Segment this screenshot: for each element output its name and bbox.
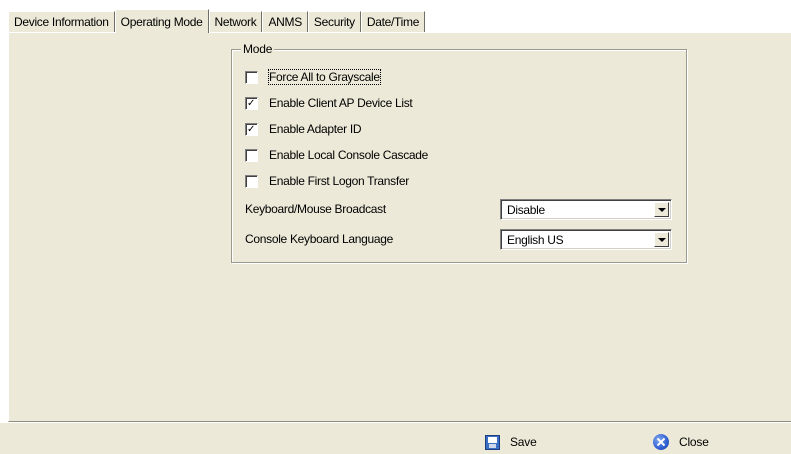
mode-groupbox: Mode Force All to Grayscale ✓ Enable Cli… bbox=[231, 42, 687, 263]
tab-anms[interactable]: ANMS bbox=[262, 11, 308, 32]
tab-date-time[interactable]: Date/Time bbox=[360, 11, 426, 32]
mode-group-title: Mode bbox=[241, 42, 275, 56]
first-logon-transfer-checkbox[interactable]: Enable First Logon Transfer bbox=[245, 173, 409, 189]
checkbox-box[interactable]: ✓ bbox=[245, 96, 258, 110]
close-label: Close bbox=[679, 435, 709, 449]
client-ap-device-list-checkbox[interactable]: ✓ Enable Client AP Device List bbox=[245, 95, 413, 111]
select-value: English US bbox=[507, 233, 564, 247]
checkbox-box[interactable] bbox=[245, 70, 258, 84]
tab-label: Device Information bbox=[14, 15, 109, 29]
tab-device-information[interactable]: Device Information bbox=[8, 11, 115, 32]
chevron-down-icon bbox=[658, 208, 666, 212]
checkbox-label[interactable]: Enable Local Console Cascade bbox=[269, 148, 428, 162]
dropdown-button[interactable] bbox=[654, 202, 669, 217]
action-bar: Save Close bbox=[0, 422, 791, 454]
console-keyboard-language-label: Console Keyboard Language bbox=[245, 232, 393, 246]
tab-security[interactable]: Security bbox=[307, 11, 361, 32]
checkbox-label[interactable]: Enable First Logon Transfer bbox=[269, 174, 409, 188]
console-keyboard-language-select[interactable]: English US bbox=[500, 229, 672, 250]
adapter-id-checkbox[interactable]: ✓ Enable Adapter ID bbox=[245, 121, 362, 137]
checkbox-label[interactable]: Enable Adapter ID bbox=[269, 122, 362, 136]
checkbox-box[interactable] bbox=[245, 148, 258, 162]
save-button[interactable]: Save bbox=[485, 433, 537, 451]
tab-label: Security bbox=[313, 15, 355, 29]
tab-strip: Device Information Operating Mode Networ… bbox=[8, 9, 426, 33]
chevron-down-icon bbox=[658, 238, 666, 242]
floppy-disk-icon bbox=[485, 434, 500, 450]
tab-network[interactable]: Network bbox=[208, 11, 263, 32]
checkmark-icon: ✓ bbox=[247, 97, 256, 109]
local-console-cascade-checkbox[interactable]: Enable Local Console Cascade bbox=[245, 147, 428, 163]
checkbox-label[interactable]: Enable Client AP Device List bbox=[269, 96, 413, 110]
dropdown-button[interactable] bbox=[654, 232, 669, 247]
checkbox-box[interactable]: ✓ bbox=[245, 122, 258, 136]
select-value: Disable bbox=[507, 203, 545, 217]
tab-operating-mode[interactable]: Operating Mode bbox=[114, 9, 209, 33]
tab-label: Date/Time bbox=[366, 15, 420, 29]
tab-label: Network bbox=[214, 15, 257, 29]
keyboard-mouse-broadcast-select[interactable]: Disable bbox=[500, 199, 672, 220]
keyboard-mouse-broadcast-label: Keyboard/Mouse Broadcast bbox=[245, 202, 386, 216]
close-button[interactable]: Close bbox=[653, 433, 709, 451]
save-label: Save bbox=[510, 435, 537, 449]
force-grayscale-checkbox[interactable]: Force All to Grayscale bbox=[245, 69, 381, 85]
operating-mode-window: Device Information Operating Mode Networ… bbox=[0, 0, 791, 454]
checkbox-label[interactable]: Force All to Grayscale bbox=[268, 69, 381, 85]
tab-label: ANMS bbox=[268, 15, 302, 29]
close-circle-icon bbox=[653, 434, 669, 450]
checkmark-icon: ✓ bbox=[247, 123, 256, 135]
tab-panel: Mode Force All to Grayscale ✓ Enable Cli… bbox=[8, 32, 791, 422]
tab-label: Operating Mode bbox=[120, 14, 203, 29]
checkbox-box[interactable] bbox=[245, 174, 258, 188]
